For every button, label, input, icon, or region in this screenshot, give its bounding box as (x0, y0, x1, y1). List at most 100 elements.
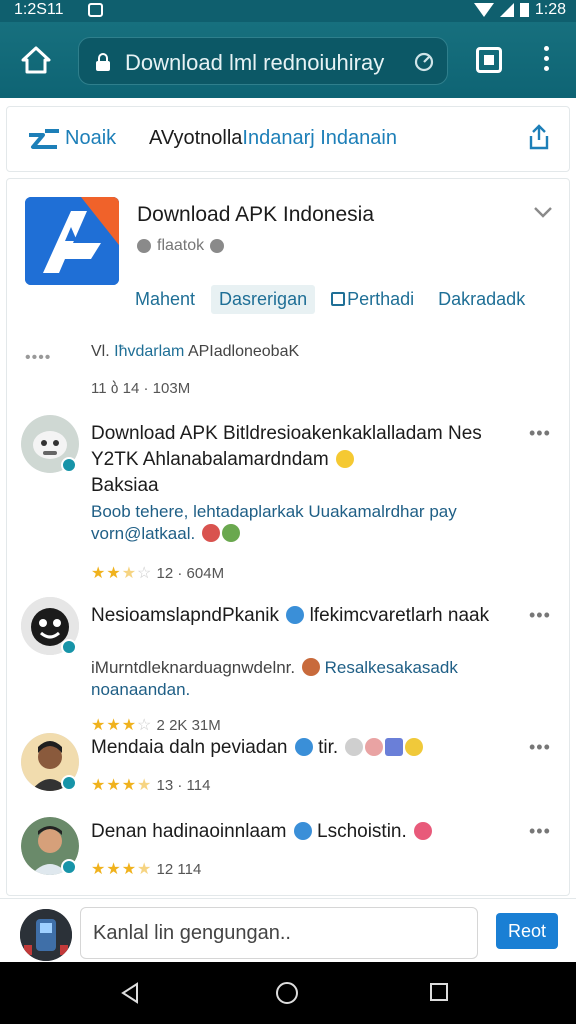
face-emoji-icon (286, 606, 305, 624)
comment-title-extra: Lschoistin. (317, 821, 407, 842)
tagline-part1: AVyotnolla (149, 127, 243, 149)
tab-perthadi[interactable]: Perthadi (323, 285, 422, 314)
home-nav-icon[interactable] (276, 982, 298, 1004)
wifi-icon (473, 3, 494, 17)
verified-icon (61, 775, 77, 791)
tab-dasrerigan[interactable]: Dasrerigan (211, 285, 316, 314)
menu-icon[interactable] (538, 46, 554, 74)
summary-highlight[interactable]: Iħvdarlam (114, 343, 184, 360)
comment-composer: Reot (0, 898, 576, 962)
scrollbar[interactable] (569, 519, 570, 896)
chevron-down-icon[interactable] (533, 205, 553, 219)
post-button[interactable]: Reot (496, 913, 558, 949)
comment-title: Download APK Bitldresioakenkaklalladam N… (91, 421, 521, 499)
site-header: Noaik AVyotnollaIndanarj Indanain (6, 106, 570, 172)
summary-more-icon[interactable]: •••• (25, 349, 51, 367)
home-icon[interactable] (20, 44, 52, 76)
app-card: Download APK Indonesia flaatok Mahent Da… (6, 178, 570, 896)
status-icons: 1:28 (473, 1, 566, 19)
comment-meta-text: 2K 31M (169, 717, 221, 734)
comment-body: iMurntdleknarduagnwdelnr. Resalkesakasad… (91, 657, 521, 701)
emoji-icon (365, 738, 384, 756)
comment-title-extra: tir. (318, 737, 339, 758)
app-tabs: Mahent Dasrerigan Perthadi Dakradadk (127, 285, 541, 314)
comment-title-line3: Baksiaa (91, 475, 159, 496)
tab-mahent[interactable]: Mahent (127, 285, 203, 314)
comment-input[interactable] (80, 907, 478, 959)
share-icon[interactable] (527, 124, 551, 150)
notification-icon (88, 3, 103, 17)
comment-meta: ★★★★ 12 114 (91, 859, 201, 879)
tabs-icon[interactable] (476, 47, 502, 73)
at-emoji-icon (293, 822, 312, 840)
status-time-left: 1:2S11 (14, 1, 64, 18)
site-tagline: AVyotnollaIndanarj Indanain (149, 127, 397, 150)
back-icon[interactable] (120, 982, 140, 1004)
site-name[interactable]: Noaik (65, 127, 116, 150)
emoji-icon (345, 738, 364, 756)
user-avatar[interactable] (20, 909, 72, 961)
rating-stars: ★★★☆ (91, 565, 153, 582)
comment-title: Denan hadinaoinnlaam Lschoistin. (91, 819, 521, 845)
tab-perthadi-label: Perthadi (347, 289, 415, 309)
summary-meta: 11 ბ 14 · 103M (91, 380, 191, 397)
tagline-part2: Indanarj Indanain (242, 127, 397, 149)
more-options-icon[interactable]: ••• (529, 737, 551, 758)
browser-toolbar: Download lml rednoiuhiray (0, 22, 576, 98)
verified-icon (61, 859, 77, 875)
status-bar: 1:2S11 1:28 (0, 0, 576, 22)
comment-meta-lead: 2 (156, 717, 165, 734)
emoji-icon (405, 738, 424, 756)
comment-title-text: Download APK Bitldresioakenkaklalladam N… (91, 423, 482, 470)
emoji-icon (385, 738, 404, 756)
url-text[interactable]: Download lml rednoiuhiray (125, 50, 405, 76)
rating-stars: ★★★★ (91, 777, 153, 794)
tab-dakradadk[interactable]: Dakradadk (430, 285, 533, 314)
lock-icon (96, 53, 110, 71)
at-emoji-icon (294, 738, 313, 756)
comment-meta: ★★★★ 13 · 114 (91, 775, 210, 795)
rating-stars: ★★★☆ (91, 717, 153, 734)
emoji-icon (201, 524, 220, 542)
more-options-icon[interactable]: ••• (529, 423, 551, 444)
app-title: Download APK Indonesia (137, 203, 374, 226)
rating-stars: ★★★★ (91, 861, 153, 878)
more-options-icon[interactable]: ••• (529, 605, 551, 626)
person-emoji-icon (301, 658, 320, 676)
app-subtitle-text: flaatok (157, 237, 205, 254)
refresh-icon[interactable] (413, 51, 435, 73)
site-logo-icon[interactable] (27, 127, 61, 151)
battery-icon (519, 3, 529, 17)
summary-prefix: Vl. (91, 343, 110, 360)
recents-icon[interactable] (430, 983, 448, 1001)
app-logo-icon[interactable] (25, 197, 119, 285)
comment-meta-text: 13 · 114 (156, 777, 211, 794)
summary-rest: APIadloneobaK (187, 343, 300, 360)
comment-body-text[interactable]: Boob tehere, lehtadaplarkak Uuakamalrdha… (91, 502, 457, 543)
comment-meta: ★★★☆ 2 2K 31M (91, 715, 221, 735)
comment-body: Boob tehere, lehtadaplarkak Uuakamalrdha… (91, 501, 521, 545)
more-options-icon[interactable]: ••• (529, 821, 551, 842)
status-time-right: 1:28 (534, 1, 566, 18)
emoji-icon (221, 524, 240, 542)
comment-title-text: NesioamslapndPkanik (91, 605, 279, 626)
tab-icon (331, 292, 346, 306)
summary-text: Vl. Iħvdarlam APIadloneobaK (91, 343, 299, 361)
system-nav-bar (0, 962, 576, 1024)
publisher-icon (137, 239, 151, 253)
address-bar[interactable]: Download lml rednoiuhiray (78, 37, 448, 85)
comment-title: NesioamslapndPkanik lfekimcvaretlarh naa… (91, 603, 521, 629)
comment-meta-text: 12 · 604M (156, 565, 225, 582)
signal-icon (499, 3, 514, 17)
comment-title-extra: lfekimcvaretlarh naak (309, 605, 490, 626)
globe-icon (210, 239, 225, 253)
verified-icon (61, 639, 77, 655)
comment-title: Mendaia daln peviadan tir. (91, 735, 521, 761)
comment-meta-text: 12 114 (156, 861, 202, 878)
comment-title-text: Denan hadinaoinnlaam (91, 821, 287, 842)
comment-title-text: Mendaia daln peviadan (91, 737, 288, 758)
comment-meta: ★★★☆ 12 · 604M (91, 563, 224, 583)
smile-emoji-icon (335, 450, 354, 468)
comment-body-gray: iMurntdleknarduagnwdelnr. (91, 658, 296, 677)
verified-icon (61, 457, 77, 473)
